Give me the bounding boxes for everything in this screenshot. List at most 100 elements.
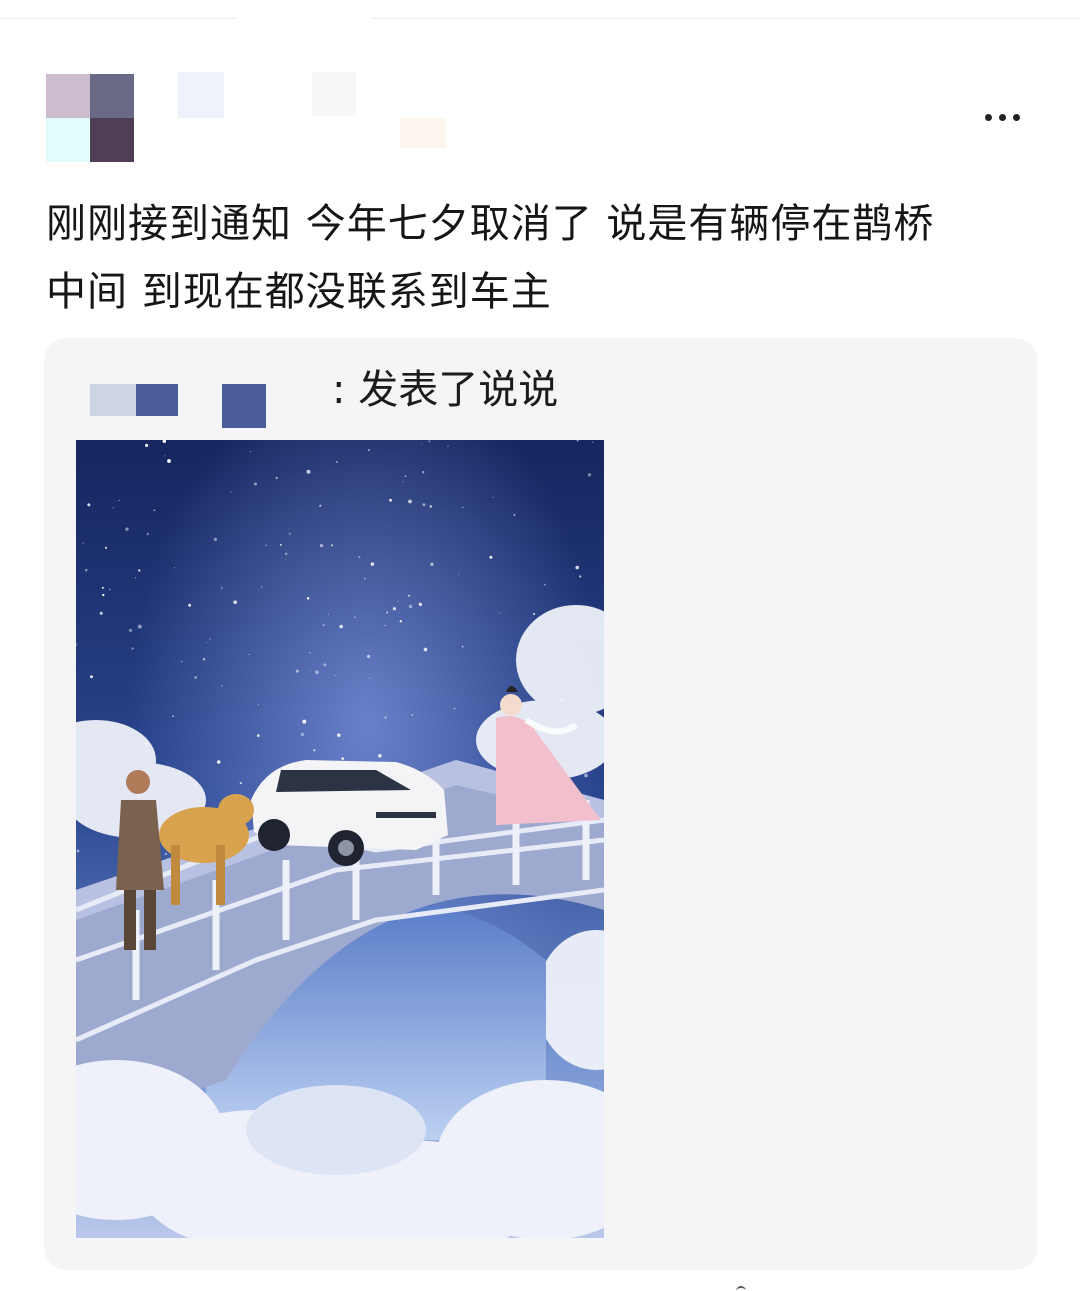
more-horizontal-icon <box>1012 113 1020 121</box>
star <box>164 455 166 457</box>
avatar[interactable] <box>46 74 134 162</box>
username-mosaic[interactable] <box>178 72 224 118</box>
star <box>339 624 344 629</box>
avatar-mosaic-cell <box>46 74 90 118</box>
shared-author-mosaic[interactable] <box>90 384 136 416</box>
star <box>315 670 319 675</box>
star <box>146 532 149 536</box>
star <box>216 760 221 764</box>
star <box>399 620 402 623</box>
star <box>99 611 103 615</box>
star <box>423 647 428 652</box>
username-mosaic <box>312 72 356 116</box>
star <box>220 587 223 590</box>
star <box>248 653 250 655</box>
star <box>354 616 356 618</box>
page-indicator <box>736 1286 746 1291</box>
star <box>428 440 431 442</box>
star <box>397 600 399 602</box>
star <box>306 597 310 600</box>
star <box>284 552 288 556</box>
avatar-mosaic-cell <box>90 74 134 118</box>
star <box>309 652 311 654</box>
star <box>389 498 392 502</box>
shared-author-mosaic <box>222 384 266 428</box>
star <box>322 624 325 627</box>
star <box>280 544 282 546</box>
star <box>335 461 338 463</box>
star <box>118 499 120 502</box>
top-divider-notch <box>236 14 372 22</box>
star <box>302 719 307 724</box>
star <box>384 716 387 719</box>
star <box>392 607 397 611</box>
star <box>257 734 260 737</box>
star <box>172 715 174 717</box>
star <box>167 459 171 463</box>
avatar-mosaic-cell <box>46 118 90 162</box>
star <box>337 733 341 737</box>
star <box>411 714 414 716</box>
star <box>404 475 407 478</box>
star <box>300 732 305 737</box>
shared-post-action: : 发表了说说 <box>332 367 559 413</box>
post-text-line: 中间 到现在都没联系到车主 <box>46 269 552 315</box>
star <box>138 569 141 572</box>
shared-post-image[interactable] <box>76 440 604 1238</box>
star <box>221 685 223 687</box>
star <box>102 593 105 597</box>
star <box>295 669 299 673</box>
star <box>358 556 361 559</box>
star <box>180 660 183 663</box>
star <box>233 600 238 605</box>
star <box>188 603 192 607</box>
post-text-line: 刚刚接到通知 今年七夕取消了 说是有辆停在鹊桥 <box>46 201 935 247</box>
star <box>288 532 291 535</box>
star <box>367 449 370 452</box>
post-text: 刚刚接到通知 今年七夕取消了 说是有辆停在鹊桥 中间 到现在都没联系到车主 <box>46 190 1046 326</box>
star <box>421 442 422 444</box>
star <box>587 473 592 477</box>
star <box>82 542 84 544</box>
star <box>194 676 198 679</box>
star <box>285 558 287 560</box>
star <box>544 583 546 586</box>
star <box>408 499 412 504</box>
more-options-button[interactable] <box>972 100 1032 134</box>
star <box>532 612 536 616</box>
star <box>386 611 389 614</box>
star <box>430 562 434 566</box>
star <box>579 575 582 578</box>
star <box>453 707 456 710</box>
star <box>261 586 263 588</box>
more-horizontal-icon <box>998 113 1006 121</box>
star <box>104 546 108 549</box>
star <box>408 604 413 609</box>
star <box>429 505 433 508</box>
star <box>84 568 88 572</box>
avatar-mosaic-cell <box>90 118 134 162</box>
top-divider <box>0 18 1080 19</box>
star <box>87 503 91 507</box>
shared-author-mosaic <box>136 384 178 416</box>
shared-post-card[interactable]: : 发表了说说 <box>44 338 1037 1270</box>
star <box>366 654 371 659</box>
star <box>408 594 410 597</box>
star <box>327 613 329 615</box>
star <box>275 476 278 480</box>
star <box>384 624 386 626</box>
star <box>265 544 267 547</box>
star <box>421 471 425 474</box>
star <box>306 469 311 474</box>
stars-bridge-car-scene <box>76 440 604 1238</box>
star <box>164 852 168 856</box>
star <box>513 513 516 516</box>
star <box>101 586 104 589</box>
star <box>206 642 208 644</box>
star <box>370 562 375 566</box>
star <box>313 749 316 752</box>
star <box>230 491 232 493</box>
star <box>112 507 114 509</box>
star <box>153 509 156 512</box>
star <box>461 645 464 648</box>
